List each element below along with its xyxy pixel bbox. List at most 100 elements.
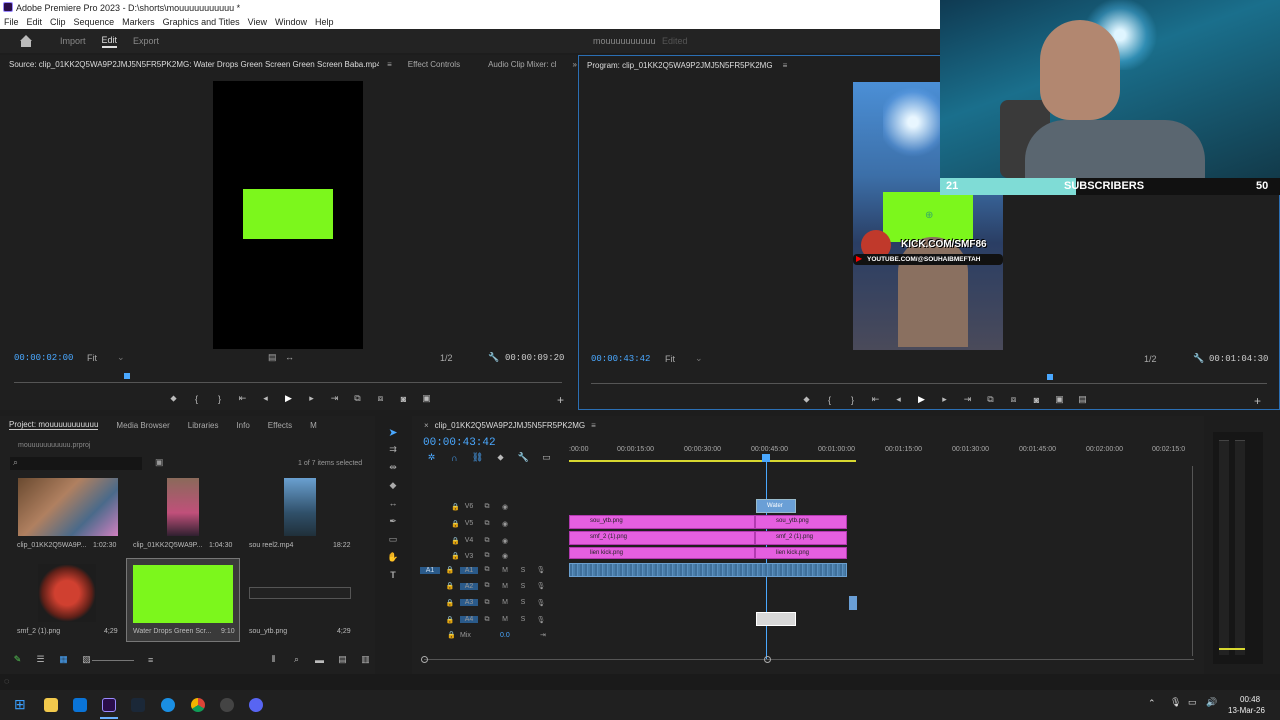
add-button-icon[interactable]: + (557, 393, 564, 407)
vertical-scrollbar[interactable] (1192, 466, 1193, 656)
steam-icon[interactable] (131, 698, 145, 712)
rectangle-tool-icon[interactable]: ▭ (382, 534, 404, 552)
thumbnail-smf2[interactable] (38, 564, 96, 622)
go-to-in-icon[interactable]: ⇤ (231, 393, 254, 404)
track-select-icon[interactable]: ⇉ (382, 444, 404, 462)
premiere-taskbar-icon[interactable] (102, 698, 116, 712)
eye-icon[interactable]: ◉ (496, 537, 514, 545)
chevron-down-icon[interactable]: ⌄ (695, 353, 703, 364)
lock-icon[interactable]: 🔒 (430, 503, 460, 511)
close-icon[interactable]: × (424, 421, 429, 430)
play-icon[interactable]: ▶ (277, 393, 300, 404)
track-label-v3[interactable]: V3 (460, 553, 478, 560)
clip-water[interactable]: Water (756, 499, 796, 513)
tab-edit[interactable]: Edit (101, 35, 118, 48)
camera-icon[interactable]: ◙ (1025, 395, 1048, 405)
lock-icon[interactable]: 🔒 (440, 599, 460, 607)
obs-icon[interactable] (220, 698, 234, 712)
thumbnail-clip2[interactable] (167, 478, 199, 536)
clip-sou-ytb-1[interactable]: sou_ytb.png (569, 515, 755, 529)
type-tool-icon[interactable]: T (382, 570, 404, 588)
trash-icon[interactable]: ▥ (354, 654, 377, 665)
icon-view-icon[interactable]: ▦ (52, 654, 75, 665)
compare-icon[interactable]: ▣ (1048, 394, 1071, 405)
sort-icon[interactable]: ≡ (148, 655, 153, 665)
clock-time[interactable]: 00:48 (1240, 695, 1260, 704)
sync-lock-icon[interactable]: ⧉ (478, 616, 496, 624)
program-timecode[interactable]: 00:00:43:42 (591, 354, 650, 364)
eye-icon[interactable]: ◉ (496, 520, 514, 528)
add-marker-icon[interactable]: ⬥ (489, 452, 512, 463)
track-label-a1[interactable]: A1 (460, 566, 478, 574)
clip-lien-kick-1[interactable]: lien kick.png (569, 547, 755, 559)
go-to-in-icon[interactable]: ⇤ (864, 394, 887, 405)
network-icon[interactable]: ▭ (1188, 697, 1197, 708)
extract-icon[interactable]: ⧈ (1002, 394, 1025, 405)
menu-icon[interactable]: ≡ (387, 60, 392, 69)
sync-lock-icon[interactable]: ⧉ (478, 503, 496, 511)
add-marker-icon[interactable]: ⬥ (162, 393, 185, 404)
track-label-a3[interactable]: A3 (460, 599, 478, 606)
find-icon[interactable]: ⌕ (285, 654, 308, 665)
wrench-icon[interactable]: 🔧 (488, 352, 499, 363)
mark-out-icon[interactable]: } (208, 394, 231, 404)
tab-audio-clip-mixer[interactable]: Audio Clip Mixer: cl (488, 60, 556, 69)
go-to-out-icon[interactable]: ⇥ (323, 393, 346, 404)
settings-icon[interactable]: ▤ (1071, 394, 1094, 405)
mark-out-icon[interactable]: } (841, 395, 864, 405)
clip-lien-kick-2[interactable]: lien kick.png (755, 547, 847, 559)
mix-value[interactable]: 0.0 (500, 632, 540, 639)
tab-media-browser[interactable]: Media Browser (116, 421, 169, 430)
sync-lock-icon[interactable]: ⧉ (478, 582, 496, 590)
camera-icon[interactable]: ◙ (392, 394, 415, 404)
discord-icon[interactable] (249, 698, 263, 712)
source-scrubber[interactable] (14, 373, 562, 383)
step-back-icon[interactable]: ◂ (254, 393, 277, 404)
program-scrubber[interactable] (591, 374, 1267, 384)
step-forward-icon[interactable]: ▸ (300, 393, 323, 404)
settings-icon[interactable]: ▣ (415, 393, 438, 404)
sequence-tab[interactable]: clip_01KK2Q5WA9P2JMJ5N5FR5PK2MG (435, 421, 585, 430)
mail-icon[interactable] (73, 698, 87, 712)
clock-date[interactable]: 13-Mar-26 (1228, 706, 1265, 715)
thumbnail-sou-ytb[interactable] (249, 587, 351, 599)
captions-icon[interactable]: ▭ (535, 452, 558, 463)
track-label-v4[interactable]: V4 (460, 537, 478, 544)
pen-tool-icon[interactable]: ✒ (382, 516, 404, 534)
wrench-icon[interactable]: 🔧 (1193, 353, 1204, 364)
clip-smf2-1[interactable]: smf_2 (1).png (569, 531, 755, 545)
play-icon[interactable]: ▶ (910, 394, 933, 405)
tab-export[interactable]: Export (133, 36, 159, 46)
menu-clip[interactable]: Clip (46, 17, 70, 27)
microphone-icon[interactable]: 🎙 (532, 566, 550, 574)
microphone-icon[interactable]: 🎙 (532, 599, 550, 607)
menu-graphics[interactable]: Graphics and Titles (159, 17, 244, 27)
track-label-a4[interactable]: A4 (460, 616, 478, 623)
audio-clip-a1[interactable] (569, 563, 847, 577)
lock-icon[interactable]: 🔒 (440, 582, 460, 590)
sync-lock-icon[interactable]: ⧉ (478, 552, 496, 560)
mix-skip-icon[interactable]: ⇥ (540, 631, 546, 639)
go-to-out-icon[interactable]: ⇥ (956, 394, 979, 405)
settings-icon[interactable]: 🔧 (512, 452, 535, 463)
tab-import[interactable]: Import (60, 36, 86, 46)
thumbnail-clip3[interactable] (284, 478, 316, 536)
search-input[interactable] (10, 457, 142, 470)
mute-button[interactable]: M (496, 567, 514, 574)
mute-button[interactable]: M (496, 599, 514, 606)
chevron-down-icon[interactable]: ⌄ (117, 352, 125, 363)
edge-icon[interactable] (161, 698, 175, 712)
tab-effects[interactable]: Effects (268, 421, 292, 430)
mute-button[interactable]: M (496, 583, 514, 590)
menu-markers[interactable]: Markers (118, 17, 159, 27)
tab-project[interactable]: Project: mouuuuuuuuuuu (9, 420, 99, 430)
chevron-right-icon[interactable]: » (573, 60, 577, 69)
program-title[interactable]: Program: clip_01KK2Q5WA9P2JMJ5N5FR5PK2MG (587, 61, 773, 70)
solo-button[interactable]: S (514, 616, 532, 623)
time-ruler[interactable]: :00:00 00:00:15:00 00:00:30:00 00:00:45:… (569, 446, 1191, 462)
source-fit-select[interactable]: Fit (87, 353, 97, 363)
sync-lock-icon[interactable]: ⧉ (478, 566, 496, 574)
ripple-edit-icon[interactable]: ⇹ (382, 462, 404, 480)
tab-effect-controls[interactable]: Effect Controls (408, 60, 460, 69)
timeline-scrollbar[interactable] (424, 659, 1194, 660)
